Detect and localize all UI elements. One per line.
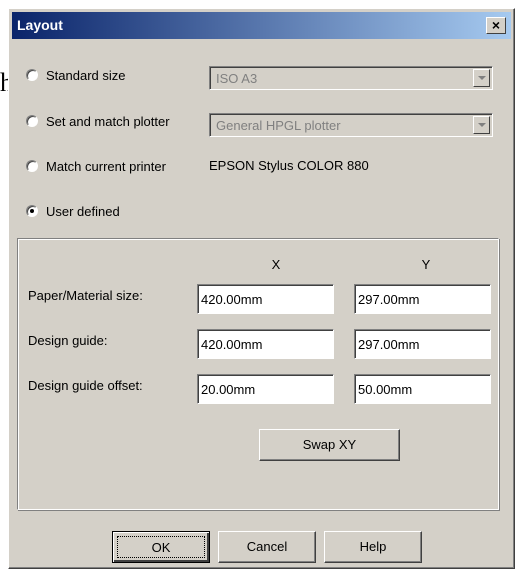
swap-xy-button[interactable]: Swap XY [259,429,400,461]
paper-size-label: Paper/Material size: [28,288,143,303]
design-guide-offset-y-input[interactable]: 50.00mm [354,374,491,404]
option-label: Standard size [46,67,126,83]
close-button[interactable]: × [486,17,506,34]
help-button[interactable]: Help [324,531,422,563]
current-printer-name: EPSON Stylus COLOR 880 [209,158,369,173]
column-header-x: X [271,257,281,272]
cancel-button[interactable]: Cancel [218,531,316,563]
option-set-and-match-plotter[interactable]: Set and match plotter [26,111,170,131]
option-match-current-printer[interactable]: Match current printer [26,156,166,176]
design-guide-label: Design guide: [28,333,108,348]
design-guide-x-input[interactable]: 420.00mm [197,329,334,359]
option-label: Set and match plotter [46,113,170,129]
radio-set-and-match-plotter[interactable] [26,115,38,127]
option-standard-size[interactable]: Standard size [26,65,126,85]
ok-button[interactable]: OK [112,531,210,563]
dialog-title: Layout [17,17,63,33]
plotter-value: General HPGL plotter [216,118,341,133]
design-guide-offset-label: Design guide offset: [28,378,143,393]
chevron-down-icon[interactable] [473,116,490,134]
option-user-defined[interactable]: User defined [26,201,120,221]
plotter-select[interactable]: General HPGL plotter [209,113,493,137]
standard-size-value: ISO A3 [216,71,258,86]
design-guide-y-input[interactable]: 297.00mm [354,329,491,359]
paper-size-y-input[interactable]: 297.00mm [354,284,491,314]
standard-size-select[interactable]: ISO A3 [209,66,493,90]
option-label: Match current printer [46,158,166,174]
paper-size-x-input[interactable]: 420.00mm [197,284,334,314]
chevron-down-icon[interactable] [473,69,490,87]
design-guide-offset-x-input[interactable]: 20.00mm [197,374,334,404]
radio-user-defined[interactable] [26,205,38,217]
radio-standard-size[interactable] [26,69,38,81]
option-label: User defined [46,203,120,219]
ok-label: OK [117,536,205,558]
column-header-y: Y [421,257,431,272]
title-bar[interactable]: Layout × [12,12,511,39]
radio-match-current-printer[interactable] [26,160,38,172]
close-icon: × [491,17,501,33]
